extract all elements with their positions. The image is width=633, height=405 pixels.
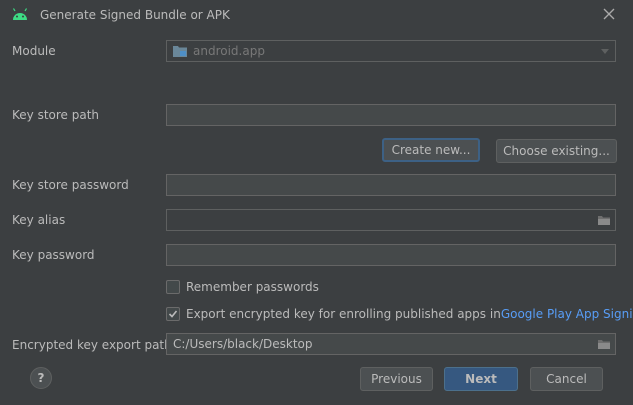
folder-icon[interactable]: [597, 213, 611, 227]
generate-signed-apk-dialog: Generate Signed Bundle or APK Module and…: [0, 0, 633, 405]
module-folder-icon: [173, 46, 187, 57]
export-encrypted-key-label: Export encrypted key for enrolling publi…: [186, 307, 633, 321]
android-icon: [12, 8, 28, 20]
key-password-field[interactable]: [166, 244, 616, 266]
key-store-path-label: Key store path: [12, 108, 100, 122]
key-password-label: Key password: [12, 248, 95, 262]
google-play-app-signing-link[interactable]: Google Play App Signing: [501, 307, 633, 321]
key-store-password-field[interactable]: [166, 174, 616, 196]
remember-passwords-checkbox[interactable]: [166, 280, 180, 294]
title-bar: Generate Signed Bundle or APK: [0, 0, 633, 30]
close-icon[interactable]: [600, 5, 618, 23]
module-select[interactable]: android.app: [166, 40, 616, 62]
module-value: android.app: [193, 44, 265, 58]
window-title: Generate Signed Bundle or APK: [40, 8, 230, 22]
create-new-button[interactable]: Create new...: [382, 138, 480, 162]
key-alias-label: Key alias: [12, 213, 66, 227]
next-button[interactable]: Next: [444, 367, 518, 391]
folder-icon[interactable]: [597, 337, 611, 351]
previous-button[interactable]: Previous: [360, 367, 433, 391]
encrypted-key-export-path-field[interactable]: C:/Users/black/Desktop: [166, 333, 616, 355]
export-encrypted-key-text[interactable]: Export encrypted key for enrolling publi…: [186, 307, 501, 321]
export-encrypted-key-checkbox[interactable]: [166, 307, 180, 321]
key-alias-field[interactable]: [166, 209, 616, 231]
key-store-password-label: Key store password: [12, 178, 129, 192]
key-store-path-field[interactable]: [166, 104, 616, 126]
encrypted-key-export-path-value: C:/Users/black/Desktop: [173, 337, 313, 351]
remember-passwords-label[interactable]: Remember passwords: [186, 280, 319, 294]
cancel-button[interactable]: Cancel: [530, 367, 603, 391]
encrypted-key-export-path-label: Encrypted key export path: [12, 338, 172, 352]
checkmark-icon: [168, 310, 178, 318]
choose-existing-button[interactable]: Choose existing...: [496, 139, 617, 163]
chevron-down-icon: [601, 49, 609, 54]
help-button[interactable]: ?: [30, 367, 52, 389]
module-label: Module: [12, 44, 56, 58]
